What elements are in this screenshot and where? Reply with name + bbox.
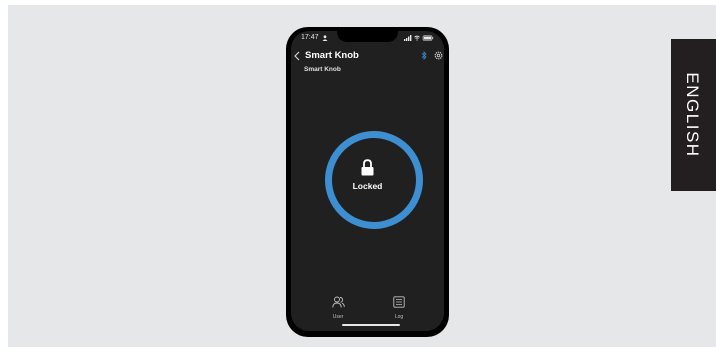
language-tab: ENGLISH [671, 39, 716, 191]
phone-frame: 17:47 Smart Knob Smart Knob Locked User … [286, 27, 449, 337]
gear-icon[interactable] [434, 51, 443, 60]
page-title: Smart Knob [305, 50, 359, 61]
language-label: ENGLISH [683, 72, 702, 158]
nav-log-label: Log [394, 314, 404, 320]
battery-icon [422, 35, 434, 41]
log-icon [393, 296, 405, 308]
bluetooth-icon [421, 51, 427, 60]
status-time: 17:47 [301, 34, 319, 41]
status-icons [404, 35, 434, 41]
wifi-icon [414, 35, 420, 41]
users-icon [331, 296, 345, 308]
device-name: Smart Knob [304, 66, 341, 73]
person-icon [322, 35, 328, 41]
home-indicator[interactable] [342, 324, 400, 326]
lock-icon [361, 159, 374, 176]
lock-toggle-ring[interactable] [325, 131, 423, 229]
lock-status-label: Locked [352, 181, 383, 191]
phone-notch [337, 31, 398, 42]
signal-icon [404, 35, 412, 41]
back-chevron-icon[interactable] [294, 51, 300, 61]
nav-user-label: User [332, 314, 344, 320]
nav-user-button[interactable]: User [323, 295, 353, 320]
app-screen: 17:47 Smart Knob Smart Knob Locked User … [291, 31, 444, 331]
nav-log-button[interactable]: Log [384, 295, 414, 320]
